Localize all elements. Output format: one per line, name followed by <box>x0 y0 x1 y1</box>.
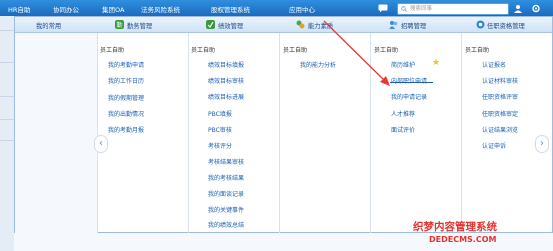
header-favorites-label: 我的常用 <box>36 23 62 30</box>
search-box[interactable] <box>397 3 509 15</box>
favorite-star-icon[interactable]: ★ <box>432 58 440 68</box>
group-title: 员工自助 <box>191 47 216 54</box>
menu-item-cert-signup[interactable]: 认证报名 <box>482 60 506 69</box>
scroll-right-button[interactable]: › <box>535 135 549 153</box>
menu-item-qualification-review[interactable]: 任职资格评审 <box>482 92 518 101</box>
watermark-text: 织梦内容管理系统 <box>413 221 497 233</box>
background-divider <box>0 30 14 31</box>
header-performance-label: 绩效管理 <box>218 23 244 30</box>
menu-item-goal-progress[interactable]: 绩效目标进展 <box>208 92 244 101</box>
menu-item-cert-material-review[interactable]: 认证材料审核 <box>482 76 518 85</box>
settings-icon[interactable] <box>531 4 541 13</box>
menu-item-appraisal-score[interactable]: 考核评分 <box>208 141 232 150</box>
background-sidebar <box>0 16 15 251</box>
menu-item-qualification-approve[interactable]: 任职资格审定 <box>482 109 518 118</box>
nav-group-oa[interactable]: 集团OA <box>102 4 124 14</box>
attendance-icon: 勤 <box>115 20 124 29</box>
menu-item-my-results[interactable]: 我的考核结果 <box>208 173 244 182</box>
scroll-left-button[interactable]: ‹ <box>94 135 108 153</box>
column-divider <box>97 33 98 233</box>
column-divider <box>279 33 280 233</box>
search-input[interactable] <box>410 4 505 14</box>
background-divider <box>0 119 14 120</box>
menu-item-interview-records[interactable]: 我的面谈记录 <box>208 189 244 198</box>
header-qualification[interactable]: 任职资格管理 <box>461 17 552 33</box>
menu-item-attendance-request[interactable]: 我的考勤申请 <box>108 60 144 69</box>
menu-item-goal-fill[interactable]: 绩效目标填报 <box>208 60 244 69</box>
menu-item-work-calendar[interactable]: 我的工作日历 <box>108 76 144 85</box>
menu-item-cert-results[interactable]: 认证结果浏览 <box>482 125 518 134</box>
nav-hr-self-service[interactable]: HR自助 <box>8 4 30 14</box>
message-icon[interactable] <box>378 4 388 13</box>
user-icon[interactable] <box>513 4 523 13</box>
top-navigation-bar: HR自助 协同办公 集团OA 法务风险系统 股权管理系统 应用中心 <box>0 0 553 16</box>
menu-item-key-events[interactable]: 我的关键事件 <box>208 205 244 214</box>
menu-item-internal-job-apply[interactable]: 内部职位申请 <box>391 76 427 85</box>
header-qualification-label: 任职资格管理 <box>487 23 525 30</box>
menu-item-goal-review[interactable]: 绩效目标审核 <box>208 76 244 85</box>
search-icon <box>401 6 407 12</box>
menu-item-result-review[interactable]: 考核结果审核 <box>208 157 244 166</box>
nav-app-center[interactable]: 应用中心 <box>289 4 315 14</box>
nav-equity-mgmt[interactable]: 股权管理系统 <box>211 4 250 14</box>
performance-icon <box>206 20 215 29</box>
background-divider <box>0 140 14 141</box>
group-title: 员工自助 <box>465 47 490 54</box>
menu-item-cert-appeal[interactable]: 认证申诉 <box>482 141 506 150</box>
menu-item-talent-referral[interactable]: 人才推荐 <box>391 109 415 118</box>
header-performance[interactable]: 绩效管理 <box>188 17 279 33</box>
mega-menu-panel: 我的常用 勤 勤务管理 绩效管理 能力素质 招聘管理 任职资格管理 员工自助 我… <box>14 16 553 233</box>
svg-text:勤: 勤 <box>116 21 122 29</box>
qualification-icon <box>476 20 485 29</box>
nav-collaboration[interactable]: 协同办公 <box>53 4 79 14</box>
menu-item-attendance-status[interactable]: 我的出勤情况 <box>108 109 144 118</box>
menu-item-performance-summary[interactable]: 我的绩效总结 <box>208 220 244 229</box>
favorites-column <box>15 33 97 233</box>
background-divider <box>0 96 14 97</box>
watermark-url: DEDECMS.COM <box>429 235 497 244</box>
menu-item-leave-management[interactable]: 我的假期管理 <box>108 93 144 102</box>
menu-item-application-records[interactable]: 我的申请记录 <box>391 92 427 101</box>
menu-item-resume-maintenance[interactable]: 简历维护 <box>391 60 415 69</box>
header-attendance[interactable]: 勤 勤务管理 <box>97 17 188 33</box>
menu-item-pbc-review[interactable]: PBC审核 <box>208 125 232 134</box>
header-attendance-label: 勤务管理 <box>127 23 153 30</box>
column-divider <box>461 33 462 233</box>
menu-item-monthly-report[interactable]: 我的考勤月报 <box>108 125 144 134</box>
menu-item-pbc-fill[interactable]: PBC填报 <box>208 109 232 118</box>
column-divider <box>188 33 189 233</box>
nav-legal-risk[interactable]: 法务风险系统 <box>141 4 180 14</box>
menu-item-interview-eval[interactable]: 面试评价 <box>391 125 415 134</box>
annotation-arrow <box>323 20 390 86</box>
background-divider <box>0 62 14 63</box>
group-title: 员工自助 <box>100 47 125 54</box>
header-recruitment-label: 招聘管理 <box>401 23 427 30</box>
highlight-underline <box>390 82 433 83</box>
header-favorites[interactable]: 我的常用 <box>15 17 97 33</box>
